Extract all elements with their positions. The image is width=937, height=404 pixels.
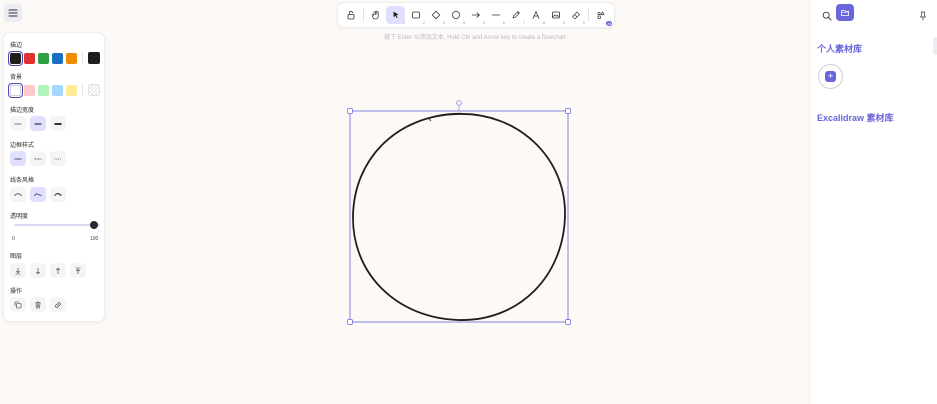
- personal-library-title: 个人素材库: [817, 44, 863, 54]
- library-sidebar: 个人素材库 + Excalidraw 素材库: [809, 0, 937, 404]
- rotation-handle[interactable]: [456, 100, 462, 106]
- resize-handles[interactable]: [347, 108, 571, 325]
- library-pin-button[interactable]: [919, 8, 927, 26]
- add-to-library-button[interactable]: +: [818, 64, 843, 89]
- search-icon: [822, 11, 832, 21]
- drawing-canvas[interactable]: [0, 0, 937, 404]
- plus-icon: +: [825, 71, 836, 82]
- library-scrollbar[interactable]: [933, 37, 937, 55]
- library-search-button[interactable]: [822, 8, 832, 26]
- library-icon: [841, 9, 849, 16]
- pin-icon: [920, 11, 926, 21]
- library-tab-button[interactable]: [836, 4, 854, 21]
- excalidraw-library-title: Excalidraw 素材库: [817, 113, 894, 123]
- drawn-ellipse[interactable]: [352, 112, 566, 321]
